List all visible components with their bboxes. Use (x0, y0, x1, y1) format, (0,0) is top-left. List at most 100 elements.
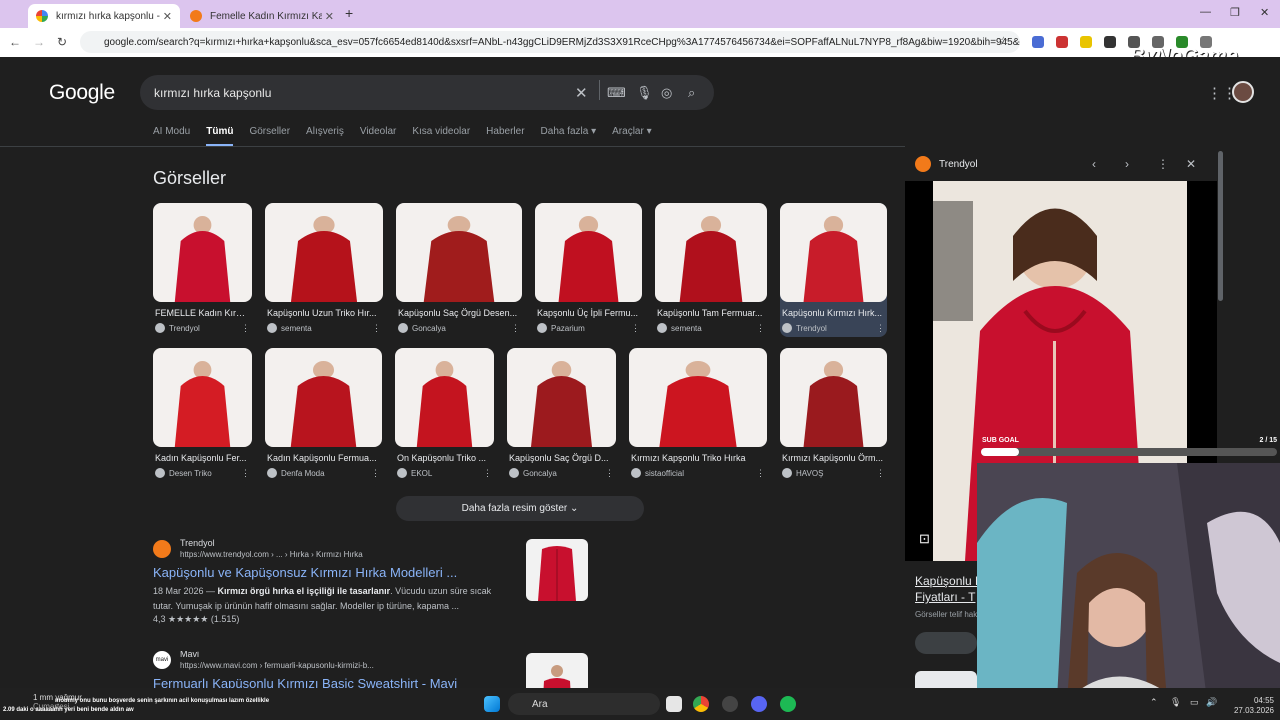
image-thumbnail[interactable] (780, 348, 887, 447)
tab-femelle[interactable]: Femelle Kadın Kırmızı Kapusonlu ✕ (182, 4, 342, 28)
image-caption[interactable]: Kapüşonlu Kırmızı Hırk... (782, 308, 885, 318)
more-options-icon[interactable]: ⋮ (511, 323, 520, 334)
image-caption[interactable]: Kırmızı Kapşonlu Triko Hırka (631, 453, 765, 463)
panel-scrollbar[interactable] (1218, 151, 1223, 301)
next-image-icon[interactable]: › (1125, 157, 1129, 171)
avatar[interactable] (1232, 81, 1254, 103)
image-caption[interactable]: Kapüşonlu Saç Örgü D... (509, 453, 614, 463)
image-thumbnail[interactable] (265, 348, 382, 447)
image-result[interactable]: Kadın Kapüşonlu Fer... Desen Triko ⋮ (153, 348, 252, 482)
more-options-icon[interactable]: ⋮ (756, 468, 765, 479)
more-options-icon[interactable]: ⋮ (372, 323, 381, 334)
keyboard-icon[interactable]: ⌨ (607, 85, 626, 101)
address-bar[interactable]: google.com/search?q=kırmızı+hırka+kapşon… (80, 31, 1020, 53)
close-window-icon[interactable]: ✕ (1260, 6, 1269, 19)
tab-news[interactable]: Haberler (486, 126, 524, 147)
microphone-icon[interactable]: 🎙 (636, 85, 653, 101)
more-options-icon[interactable]: ⋮ (1157, 157, 1169, 171)
back-icon[interactable]: ← (9, 35, 21, 49)
image-caption[interactable]: Kadın Kapüşonlu Fermua... (267, 453, 380, 463)
image-result[interactable]: Kadın Kapüşonlu Fermua... Denfa Moda ⋮ (265, 348, 382, 482)
clear-search-icon[interactable]: ✕ (575, 84, 588, 102)
image-result[interactable]: Kapşonlu Üç İpli Fermu... Pazarium ⋮ (535, 203, 642, 337)
image-result[interactable]: Kapüşonlu Saç Örgü Desen... Goncalya ⋮ (396, 203, 522, 337)
image-thumbnail[interactable] (655, 203, 767, 302)
image-thumbnail[interactable] (507, 348, 616, 447)
image-caption[interactable]: Kapşonlu Üç İpli Fermu... (537, 308, 640, 318)
more-options-icon[interactable]: ⋮ (756, 323, 765, 334)
close-tab-icon[interactable]: ✕ (163, 10, 172, 23)
image-caption[interactable]: On Kapüşonlu Triko ... (397, 453, 492, 463)
image-thumbnail[interactable] (396, 203, 522, 302)
panel-title[interactable]: Kapüşonlu K Fiyatları - T (915, 573, 983, 605)
chrome-icon[interactable] (693, 696, 709, 712)
image-thumbnail[interactable] (265, 203, 383, 302)
image-caption[interactable]: Kadın Kapüşonlu Fer... (155, 453, 250, 463)
tab-more[interactable]: Daha fazla ▾ (541, 126, 597, 147)
more-options-icon[interactable]: ⋮ (605, 468, 614, 479)
volume-icon[interactable]: 🔊 (1206, 697, 1217, 708)
previous-image-icon[interactable]: ‹ (1092, 157, 1096, 171)
new-tab-icon[interactable]: + (345, 5, 353, 21)
spotify-icon[interactable] (780, 696, 796, 712)
extension-icon[interactable] (1080, 36, 1092, 48)
result-thumbnail[interactable] (526, 539, 588, 601)
image-source[interactable]: sementa (267, 323, 312, 333)
image-result[interactable]: Kapüşonlu Uzun Triko Hır... sementa ⋮ (265, 203, 383, 337)
image-source[interactable]: Trendyol (782, 323, 827, 333)
image-caption[interactable]: Kırmızı Kapüşonlu Örm... (782, 453, 885, 463)
image-source[interactable]: sementa (657, 323, 702, 333)
image-result[interactable]: Kapüşonlu Saç Örgü D... Goncalya ⋮ (507, 348, 616, 482)
bookmark-star-icon[interactable]: ☆ (998, 34, 1009, 48)
more-options-icon[interactable]: ⋮ (241, 323, 250, 334)
start-menu-icon[interactable] (484, 696, 500, 712)
task-view-icon[interactable] (666, 696, 682, 712)
result-url[interactable]: https://www.trendyol.com › ... › Hırka ›… (180, 550, 363, 559)
google-logo[interactable]: Google (49, 81, 115, 105)
image-thumbnail[interactable] (153, 203, 252, 302)
share-button[interactable] (915, 632, 977, 654)
image-result[interactable]: Kırmızı Kapüşonlu Örm... HAVOŞ ⋮ (780, 348, 887, 482)
search-icon[interactable]: ⌕ (688, 85, 695, 101)
image-caption[interactable]: Kapüşonlu Tam Fermuar... (657, 308, 765, 318)
close-panel-icon[interactable]: ✕ (1186, 157, 1196, 171)
image-result[interactable]: Kırmızı Kapşonlu Triko Hırka sistaofficia… (629, 348, 767, 482)
image-thumbnail[interactable] (535, 203, 642, 302)
network-icon[interactable]: ▭ (1190, 697, 1199, 708)
reload-icon[interactable]: ↻ (57, 35, 67, 49)
image-source[interactable]: Pazarium (537, 323, 585, 333)
more-options-icon[interactable]: ⋮ (876, 323, 885, 334)
image-source[interactable]: Desen Triko (155, 468, 212, 478)
extension-icon[interactable] (1056, 36, 1068, 48)
panel-source[interactable]: Trendyol (915, 156, 978, 172)
image-thumbnail[interactable] (780, 203, 887, 302)
more-options-icon[interactable]: ⋮ (631, 323, 640, 334)
image-thumbnail[interactable] (153, 348, 252, 447)
extension-icon[interactable] (1104, 36, 1116, 48)
image-thumbnail[interactable] (395, 348, 494, 447)
tab-shopping[interactable]: Alışveriş (306, 126, 344, 147)
taskbar-search[interactable]: Ara (508, 693, 660, 715)
tab-videos[interactable]: Videolar (360, 126, 397, 147)
image-source[interactable]: sistaofficial (631, 468, 684, 478)
image-source[interactable]: Denfa Moda (267, 468, 325, 478)
tray-chevron-icon[interactable]: ⌃ (1150, 697, 1158, 708)
minimize-icon[interactable]: — (1200, 6, 1211, 18)
result-title[interactable]: Fermuarlı Kapüşonlu Kırmızı Basic Sweats… (153, 676, 457, 688)
result-url[interactable]: https://www.mavi.com › fermuarli-kapuson… (180, 661, 374, 670)
more-options-icon[interactable]: ⋮ (876, 468, 885, 479)
image-caption[interactable]: Kapüşonlu Uzun Triko Hır... (267, 308, 381, 318)
result-site-name[interactable]: Trendyol (180, 538, 215, 548)
related-thumbnail[interactable] (915, 671, 977, 688)
image-source[interactable]: Trendyol (155, 323, 200, 333)
result-thumbnail[interactable] (526, 653, 588, 688)
more-images-button[interactable]: Daha fazla resim göster ⌄ (396, 496, 644, 521)
taskbar-clock[interactable]: 04:55 27.03.2026 (1228, 696, 1274, 716)
microphone-tray-icon[interactable]: 🎙 (1170, 697, 1181, 708)
image-caption[interactable]: Kapüşonlu Saç Örgü Desen... (398, 308, 520, 318)
result-site-name[interactable]: Mavi (180, 651, 199, 659)
image-source[interactable]: Goncalya (509, 468, 557, 478)
tab-all[interactable]: Tümü (206, 126, 234, 147)
tab-tools[interactable]: Araçlar ▾ (612, 126, 651, 147)
more-options-icon[interactable]: ⋮ (483, 468, 492, 479)
